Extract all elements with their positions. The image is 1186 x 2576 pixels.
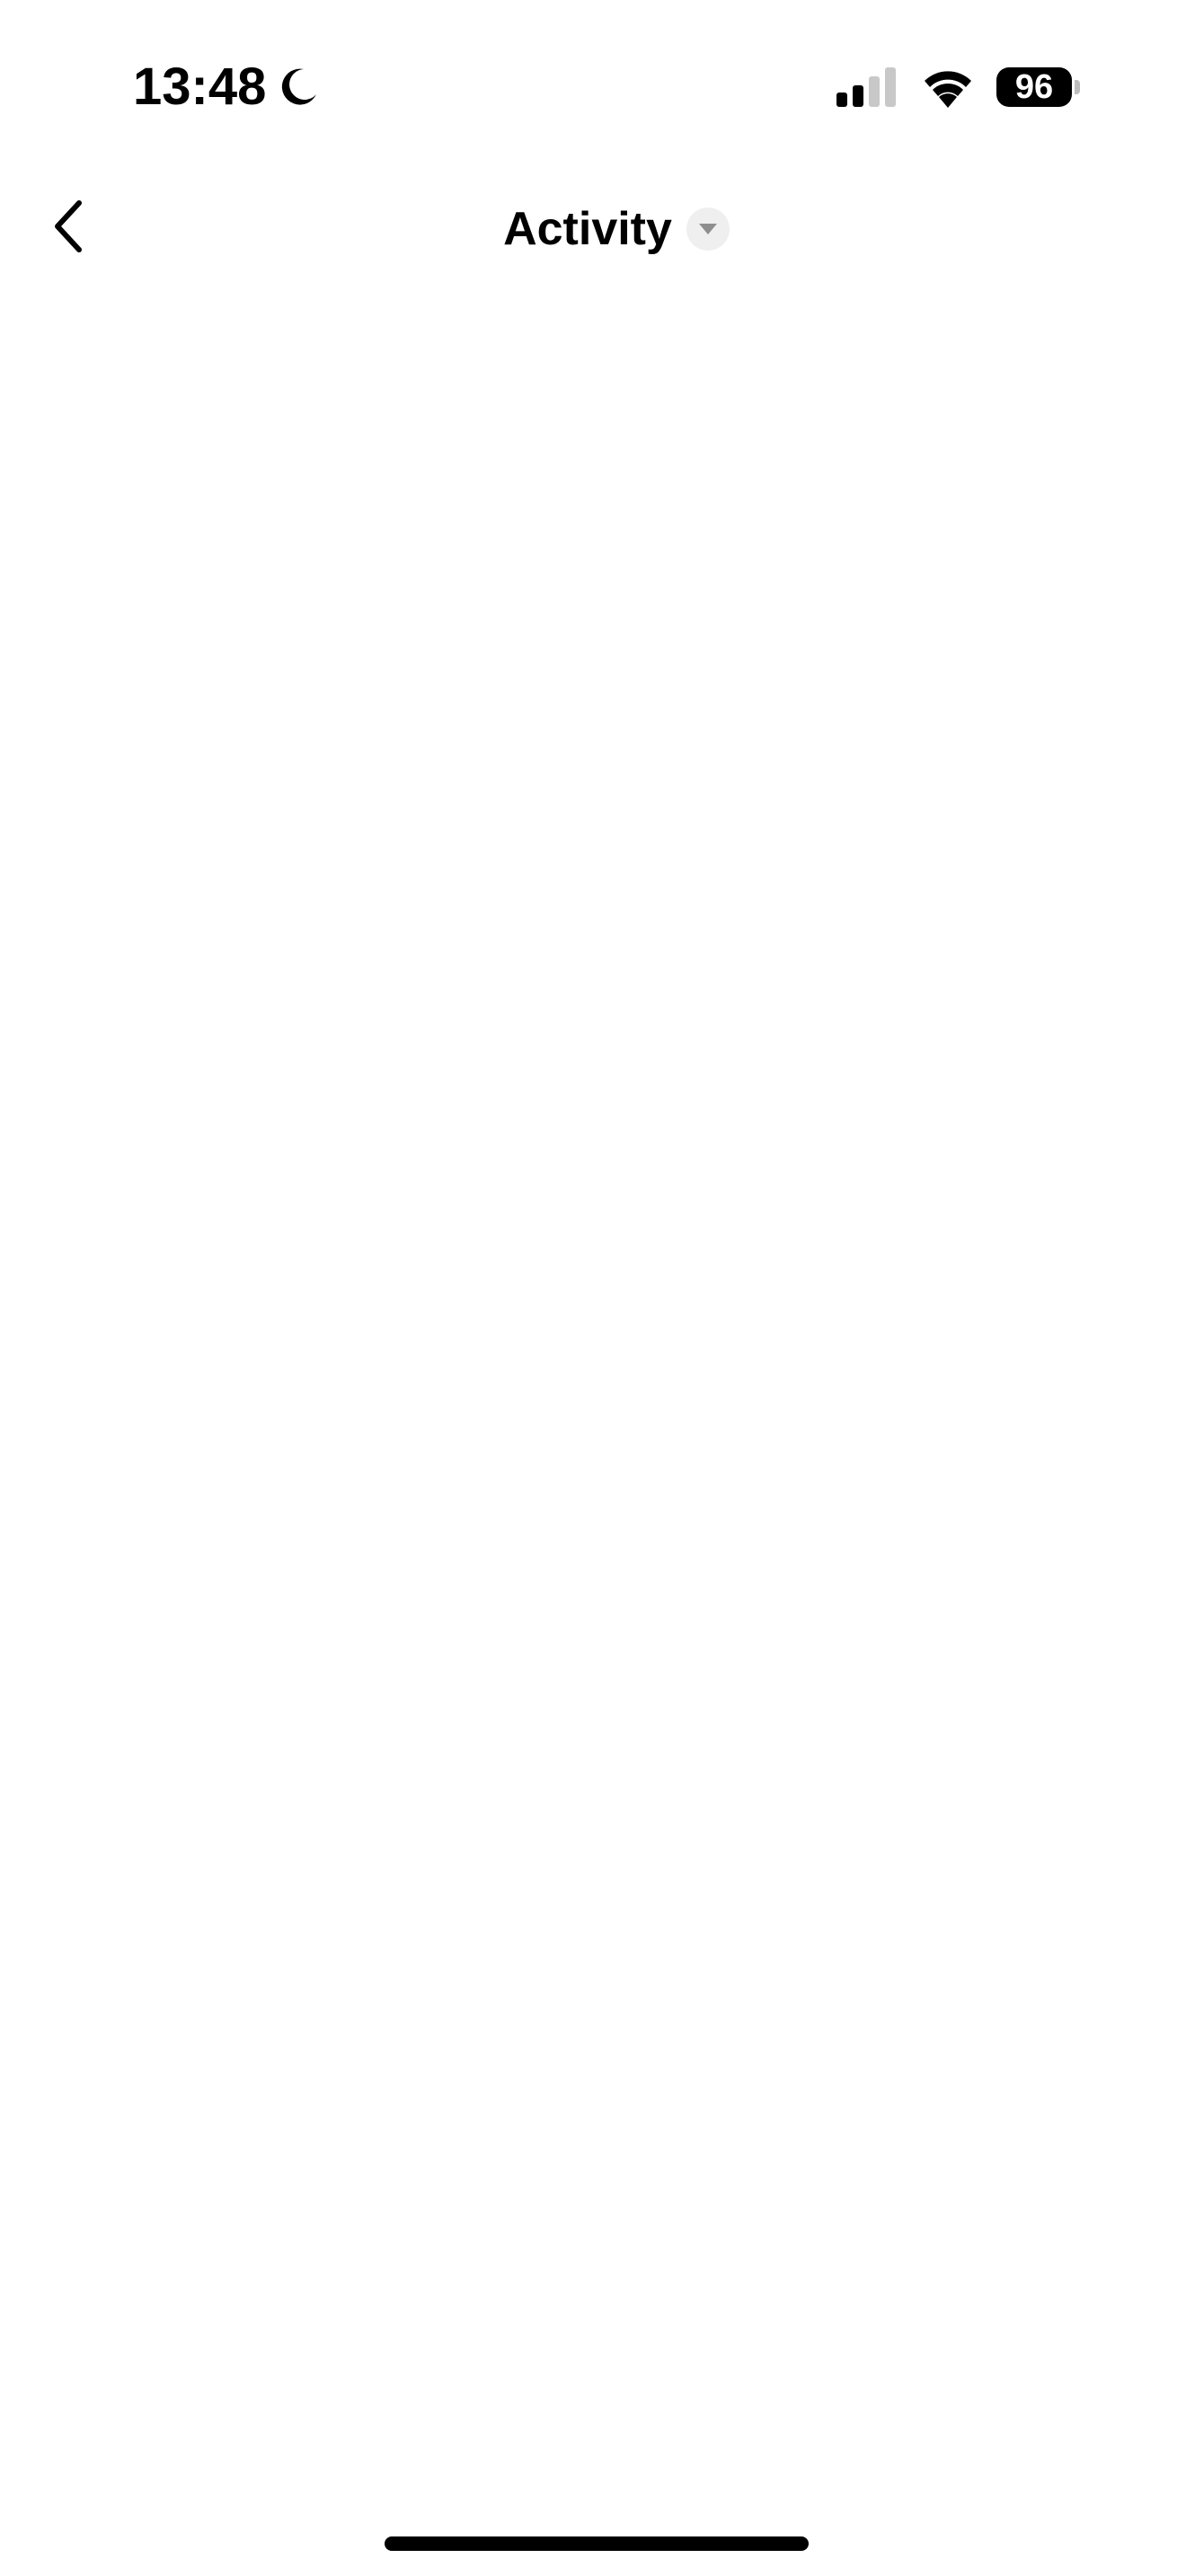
battery-cap bbox=[1075, 80, 1080, 94]
status-bar: 13:48 96 bbox=[0, 0, 1186, 171]
moon-icon bbox=[277, 66, 320, 109]
caret-down-icon bbox=[686, 207, 730, 251]
wifi-icon bbox=[921, 66, 975, 108]
battery-level: 96 bbox=[1014, 68, 1054, 106]
status-time-group: 13:48 bbox=[133, 56, 320, 119]
back-button[interactable] bbox=[32, 192, 104, 264]
activity-title-dropdown[interactable]: Activity bbox=[503, 198, 730, 260]
chevron-left-icon bbox=[50, 199, 86, 258]
battery-indicator: 96 bbox=[996, 67, 1080, 107]
navigation-header: Activity bbox=[0, 180, 1186, 278]
cellular-signal-icon bbox=[836, 67, 898, 107]
title-container: Activity bbox=[0, 180, 1186, 278]
activity-content-area bbox=[0, 287, 1186, 2515]
status-time: 13:48 bbox=[133, 57, 267, 116]
page-title: Activity bbox=[503, 203, 672, 255]
status-indicators: 96 bbox=[836, 65, 1080, 110]
home-indicator[interactable] bbox=[385, 2536, 809, 2551]
battery-body: 96 bbox=[996, 67, 1072, 107]
